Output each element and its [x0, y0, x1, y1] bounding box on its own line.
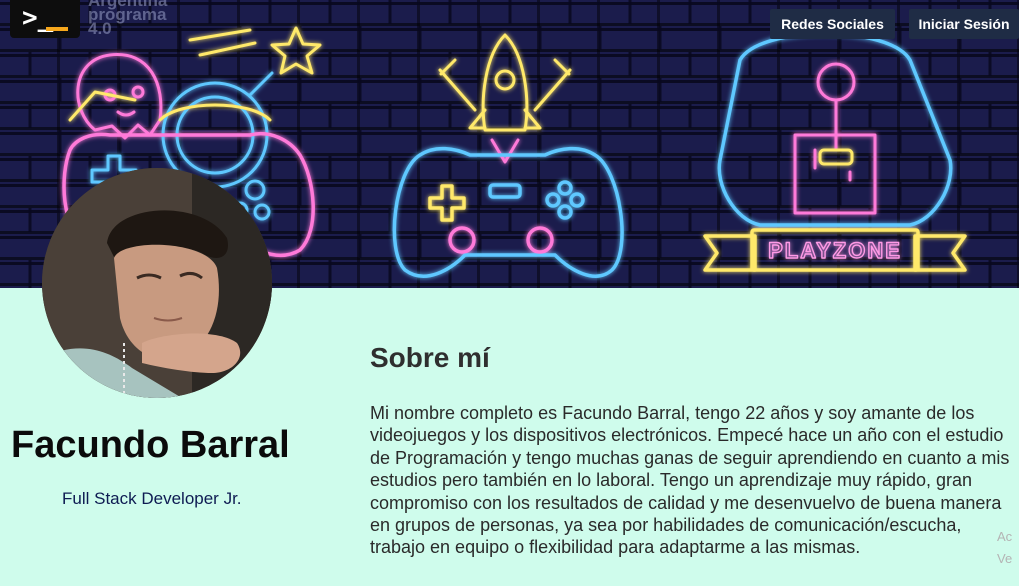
profile-role: Full Stack Developer Jr. [62, 489, 242, 508]
logo-text: Argentina programa 4.0 [88, 0, 168, 38]
login-button[interactable]: Iniciar Sesión [909, 9, 1019, 39]
logo-text-line-3: 4.0 [88, 19, 112, 38]
controller-neon-center [392, 146, 624, 278]
rocket-neon [438, 33, 572, 164]
terminal-icon: >_ [22, 3, 54, 33]
avatar [42, 168, 272, 398]
playzone-sign [703, 228, 967, 272]
star-icon-neon [68, 26, 322, 122]
site-logo[interactable]: >_ [10, 0, 80, 38]
edge-overlay-text: Ac Ve [997, 526, 1012, 570]
playzone-label: PLAYZONE [768, 238, 902, 263]
cursor-icon [46, 27, 68, 31]
ghost-neon [76, 53, 163, 140]
edge-text-line-1: Ac [997, 529, 1013, 544]
about-title: Sobre mí [370, 342, 490, 373]
logo-text-line-2: programa [88, 5, 167, 24]
logo-text-line-1: Argentina [88, 0, 168, 10]
edge-text-line-2: Ve [997, 551, 1013, 566]
profile-name: Facundo Barral [11, 424, 290, 466]
profile-photo [42, 168, 272, 398]
social-networks-button[interactable]: Redes Sociales [770, 9, 895, 39]
about-text: Mi nombre completo es Facundo Barral, te… [370, 403, 1010, 558]
joystick-neon [717, 32, 953, 227]
